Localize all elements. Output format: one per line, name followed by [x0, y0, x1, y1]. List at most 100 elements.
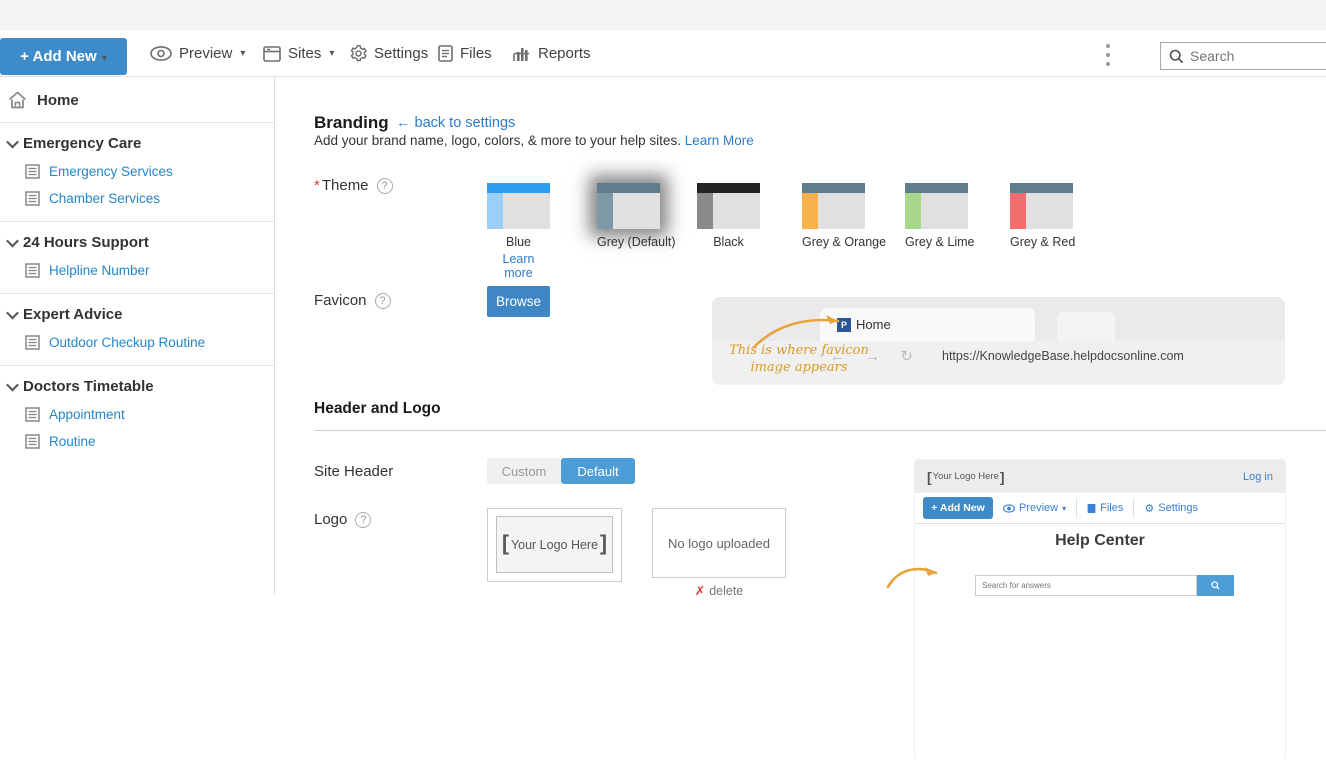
- delete-label: delete: [709, 584, 743, 598]
- favicon-field-label: Favicon ?: [314, 292, 391, 309]
- search-icon: [1211, 581, 1220, 590]
- reports-label: Reports: [538, 45, 591, 62]
- favicon-glyph: P: [837, 318, 851, 332]
- help-icon[interactable]: ?: [377, 178, 393, 194]
- preview-toolbar: + Add New Preview ▾ Files ⚙ Settings: [915, 493, 1285, 524]
- no-logo-text: No logo uploaded: [668, 536, 770, 551]
- preview-search-button: [1197, 575, 1234, 596]
- favicon-browse-button[interactable]: Browse: [487, 286, 550, 317]
- eye-icon: [1003, 504, 1015, 513]
- article-label: Appointment: [49, 407, 125, 422]
- article-label: Routine: [49, 434, 96, 449]
- article-label: Emergency Services: [49, 164, 173, 179]
- theme-option-label: Grey & Red: [1010, 235, 1073, 249]
- help-icon[interactable]: ?: [375, 293, 391, 309]
- browser-window-icon: [263, 46, 281, 62]
- section-label: Expert Advice: [23, 306, 123, 323]
- file-icon: [1087, 503, 1096, 514]
- preview-add-new-button: + Add New: [923, 497, 993, 519]
- no-logo-uploaded-box: No logo uploaded: [652, 508, 786, 578]
- preview-menu[interactable]: Preview ▾: [150, 30, 245, 77]
- sidebar-section-24-hours-support[interactable]: 24 Hours Support: [0, 228, 274, 257]
- theme-option-black[interactable]: Black: [697, 183, 760, 249]
- logo-preview-box[interactable]: [ Your Logo Here ]: [487, 508, 622, 582]
- description-text: Add your brand name, logo, colors, & mor…: [314, 133, 681, 148]
- preview-files-menu: Files: [1087, 502, 1123, 514]
- help-icon[interactable]: ?: [355, 512, 371, 528]
- sidebar-item-home[interactable]: Home: [0, 77, 274, 123]
- chevron-down-icon: [6, 235, 19, 248]
- article-icon: [25, 164, 40, 179]
- main-toolbar: + Add New ▾ Preview ▾ Sites ▾ Settings: [0, 30, 1326, 77]
- site-header-label: Site Header: [314, 463, 393, 480]
- bracket-left: [: [502, 533, 509, 554]
- sidebar-item-outdoor-checkup-routine[interactable]: Outdoor Checkup Routine: [0, 329, 274, 356]
- theme-option-grey-lime[interactable]: Grey & Lime: [905, 183, 968, 249]
- add-new-button[interactable]: + Add New ▾: [0, 38, 127, 75]
- chevron-down-icon: ▾: [102, 53, 107, 64]
- logo-placeholder-text: Your Logo Here: [511, 538, 598, 552]
- section-divider: [314, 430, 1326, 431]
- favicon-label: Favicon: [314, 292, 367, 309]
- search-icon: [1169, 49, 1184, 64]
- theme-label: Theme: [322, 177, 369, 194]
- logo-label: Logo: [314, 511, 347, 528]
- sites-label: Sites: [288, 45, 321, 62]
- toggle-custom-button[interactable]: Custom: [487, 458, 561, 484]
- theme-option-label: Blue: [487, 235, 550, 249]
- search-input[interactable]: [1190, 48, 1300, 64]
- delete-x-icon: ✗: [695, 584, 705, 598]
- sidebar-section-emergency-care[interactable]: Emergency Care: [0, 129, 274, 158]
- file-icon: [438, 45, 453, 62]
- reports-menu[interactable]: Reports: [512, 30, 591, 77]
- section-title-header-and-logo: Header and Logo: [314, 400, 441, 418]
- home-icon: [8, 91, 27, 109]
- sidebar-item-appointment[interactable]: Appointment: [0, 401, 274, 428]
- logo-delete-button[interactable]: ✗ delete: [652, 583, 786, 598]
- sidebar-section: 24 Hours Support Helpline Number: [0, 222, 274, 294]
- category-sidebar: Home Emergency Care Emergency Services C…: [0, 77, 275, 594]
- sidebar-item-helpline-number[interactable]: Helpline Number: [0, 257, 274, 284]
- browser-tab-inactive: [1057, 312, 1115, 341]
- top-strip: [0, 0, 1326, 30]
- theme-option-label: Grey & Lime: [905, 235, 968, 249]
- back-to-settings-link[interactable]: ← back to settings: [396, 115, 515, 131]
- sidebar-section-expert-advice[interactable]: Expert Advice: [0, 300, 274, 329]
- chevron-down-icon: [6, 136, 19, 149]
- more-options-kebab-icon[interactable]: [1100, 43, 1116, 67]
- settings-label: Settings: [374, 45, 428, 62]
- learn-more-link[interactable]: Learn More: [685, 133, 754, 148]
- preview-logo-text: Your Logo Here: [933, 471, 999, 482]
- preview-toolbar-divider: [1133, 499, 1134, 517]
- preview-login-link: Log in: [1243, 471, 1273, 483]
- chevron-down-icon: [6, 379, 19, 392]
- article-icon: [25, 335, 40, 350]
- sidebar-section-doctors-timetable[interactable]: Doctors Timetable: [0, 372, 274, 401]
- theme-option-grey-default[interactable]: Grey (Default): [597, 183, 660, 249]
- article-icon: [25, 407, 40, 422]
- theme-option-grey-red[interactable]: Grey & Red: [1010, 183, 1073, 249]
- theme-learn-more-link[interactable]: Learn more: [487, 252, 550, 280]
- eye-icon: [150, 46, 172, 61]
- sidebar-section: Expert Advice Outdoor Checkup Routine: [0, 294, 274, 366]
- sidebar-item-emergency-services[interactable]: Emergency Services: [0, 158, 274, 185]
- toggle-default-button[interactable]: Default: [561, 458, 635, 484]
- sidebar-item-routine[interactable]: Routine: [0, 428, 274, 455]
- sidebar-item-chamber-services[interactable]: Chamber Services: [0, 185, 274, 212]
- global-search: [1160, 42, 1326, 70]
- chevron-down-icon: ▾: [329, 48, 334, 59]
- theme-option-label: Grey (Default): [597, 235, 660, 249]
- theme-option-blue[interactable]: Blue Learn more: [487, 183, 550, 280]
- article-icon: [25, 263, 40, 278]
- bar-chart-icon: [512, 46, 531, 62]
- settings-menu[interactable]: Settings: [350, 30, 428, 77]
- gear-icon: [350, 45, 367, 62]
- chevron-down-icon: ▾: [240, 48, 245, 59]
- preview-logo: [ Your Logo Here ]: [927, 470, 1005, 484]
- theme-option-grey-orange[interactable]: Grey & Orange: [802, 183, 865, 249]
- site-header-field-label: Site Header: [314, 463, 393, 480]
- files-menu[interactable]: Files: [438, 30, 492, 77]
- site-header-toggle: Custom Default: [487, 458, 635, 484]
- section-label: Emergency Care: [23, 135, 141, 152]
- sites-menu[interactable]: Sites ▾: [263, 30, 334, 77]
